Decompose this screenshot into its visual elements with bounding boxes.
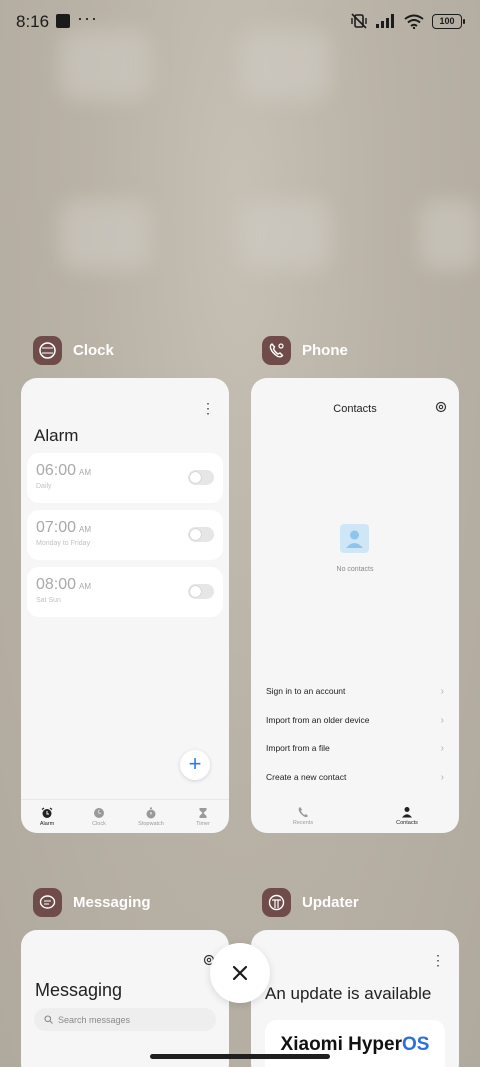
- add-alarm-button[interactable]: +: [180, 750, 210, 780]
- search-icon: [44, 1015, 53, 1024]
- battery-icon: 100: [432, 13, 465, 29]
- status-icons: 100: [350, 12, 465, 30]
- phone-recent-card[interactable]: Contacts No contacts Sign in to an accou…: [251, 378, 459, 833]
- alarm-item[interactable]: 06:00 AM Daily: [27, 453, 223, 503]
- hyperos-logo: Xiaomi HyperOS: [280, 1034, 430, 1055]
- stopwatch-icon: [146, 807, 156, 818]
- alarm-ampm: AM: [79, 468, 92, 477]
- alarm-time: 07:00: [36, 519, 77, 536]
- hyperos-banner: Xiaomi HyperOS: [265, 1020, 445, 1067]
- messaging-app-header[interactable]: Messaging: [33, 888, 151, 917]
- alarm-item[interactable]: 08:00 AM Sat Sun: [27, 567, 223, 617]
- tab-label: Clock: [92, 820, 106, 827]
- phone-app-icon: [262, 336, 291, 365]
- tab-stopwatch[interactable]: Stopwatch: [125, 800, 177, 833]
- alarm-ampm: AM: [79, 582, 92, 591]
- settings-gear-icon[interactable]: [435, 401, 447, 413]
- messaging-recent-card[interactable]: Messaging Search messages: [21, 930, 229, 1067]
- more-options-icon[interactable]: ⋮: [431, 952, 445, 969]
- clock-recent-card[interactable]: ⋮ Alarm 06:00 AM Daily 07:00 AM Monday to …: [21, 378, 229, 833]
- messaging-app-label: Messaging: [73, 894, 151, 911]
- updater-recent-card[interactable]: ⋮ An update is available Xiaomi HyperOS: [251, 930, 459, 1067]
- tab-label: Timer: [196, 820, 210, 827]
- more-options-icon[interactable]: ⋮: [201, 400, 215, 417]
- alarm-ampm: AM: [79, 525, 92, 534]
- tab-clock[interactable]: Clock: [73, 800, 125, 833]
- empty-contacts-illustration: [340, 524, 369, 553]
- row-label: Create a new contact: [266, 772, 347, 782]
- tab-timer[interactable]: Timer: [177, 800, 229, 833]
- alarm-item[interactable]: 07:00 AM Monday to Friday: [27, 510, 223, 560]
- clock-app-label: Clock: [73, 342, 114, 359]
- chevron-right-icon: ›: [440, 685, 444, 697]
- signal-icon: [376, 14, 394, 28]
- tab-label: Alarm: [39, 820, 55, 827]
- notification-square-icon: [56, 14, 70, 28]
- chevron-right-icon: ›: [440, 742, 444, 754]
- status-time: 8:16: [16, 12, 50, 31]
- row-label: Import from a file: [266, 743, 330, 753]
- person-icon: [402, 807, 412, 818]
- home-indicator[interactable]: [150, 1054, 330, 1059]
- contacts-title: Contacts: [333, 403, 377, 415]
- chevron-right-icon: ›: [440, 771, 444, 783]
- alarm-toggle[interactable]: [188, 584, 214, 599]
- clock-tab-bar: Alarm Clock Stopwatch Timer: [21, 799, 229, 833]
- alarm-toggle[interactable]: [188, 470, 214, 485]
- import-older-device-row[interactable]: Import from an older device ›: [266, 710, 444, 730]
- clock-app-icon: [33, 336, 62, 365]
- messaging-app-icon: [33, 888, 62, 917]
- create-contact-row[interactable]: Create a new contact ›: [266, 767, 444, 787]
- search-messages-input[interactable]: Search messages: [34, 1008, 216, 1031]
- chevron-right-icon: ›: [440, 714, 444, 726]
- import-file-row[interactable]: Import from a file ›: [266, 738, 444, 758]
- sign-in-account-row[interactable]: Sign in to an account ›: [266, 681, 444, 701]
- close-icon: [232, 965, 248, 981]
- alarm-time: 06:00: [36, 462, 77, 479]
- alarm-repeat: Sat Sun: [36, 597, 61, 604]
- updater-app-label: Updater: [302, 894, 359, 911]
- phone-app-label: Phone: [302, 342, 348, 359]
- tab-alarm[interactable]: Alarm: [21, 800, 73, 833]
- alarm-repeat: Daily: [36, 483, 52, 490]
- tab-contacts[interactable]: Contacts: [355, 799, 459, 833]
- tab-label: Stopwatch: [138, 820, 164, 827]
- phone-handset-icon: [298, 807, 308, 818]
- clock-icon: [94, 807, 104, 818]
- phone-tab-bar: Recents Contacts: [251, 799, 459, 833]
- clock-app-header[interactable]: Clock: [33, 336, 114, 365]
- alarm-clock-icon: [41, 807, 53, 818]
- alarm-repeat: Monday to Friday: [36, 540, 91, 547]
- status-bar: 8:16 ··· 100: [0, 0, 480, 44]
- alarm-time: 08:00: [36, 576, 77, 593]
- tab-label: Recents: [292, 820, 314, 826]
- phone-app-header[interactable]: Phone: [262, 336, 348, 365]
- tab-label: Contacts: [396, 820, 418, 826]
- update-available-title: An update is available: [265, 984, 432, 1003]
- wallpaper-blob: [60, 200, 150, 270]
- row-label: Import from an older device: [266, 715, 370, 725]
- search-placeholder: Search messages: [58, 1014, 131, 1025]
- alarm-toggle[interactable]: [188, 527, 214, 542]
- vibrate-off-icon: [351, 13, 367, 29]
- clear-all-button[interactable]: [210, 943, 270, 1003]
- wallpaper-blob: [420, 200, 480, 270]
- updater-app-icon: [262, 888, 291, 917]
- wallpaper-blob: [240, 200, 330, 270]
- hourglass-icon: [199, 807, 207, 818]
- no-contacts-text: No contacts: [336, 566, 374, 573]
- clock-screen-title: Alarm: [34, 426, 79, 445]
- more-notifications-icon: ···: [77, 8, 98, 28]
- wifi-icon: [404, 14, 424, 29]
- updater-app-header[interactable]: Updater: [262, 888, 359, 917]
- messaging-screen-title: Messaging: [35, 980, 123, 1000]
- row-label: Sign in to an account: [266, 686, 346, 696]
- tab-recents[interactable]: Recents: [251, 799, 355, 833]
